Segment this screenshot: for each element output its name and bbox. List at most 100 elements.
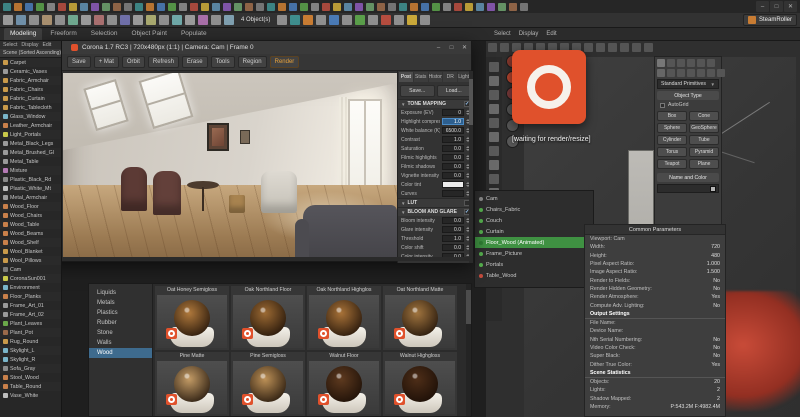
toolbar-icon[interactable]: [368, 15, 378, 25]
toolbar-icon[interactable]: [489, 62, 499, 72]
parameter-value-field[interactable]: 1.0: [442, 136, 464, 143]
material-thumbnail[interactable]: Pine Matte: [155, 352, 229, 416]
toolbar-icon[interactable]: [94, 15, 104, 25]
toolbar-icon[interactable]: [644, 43, 653, 52]
scene-tree-item[interactable]: Skylight_L: [0, 346, 61, 355]
scene-tree-item[interactable]: Table_Round: [0, 382, 61, 391]
scene-tree-item[interactable]: Frame_Art_02: [0, 310, 61, 319]
toolbar-icon[interactable]: [234, 3, 242, 11]
toolbar-icon[interactable]: [381, 15, 391, 25]
toolbar-icon[interactable]: [124, 3, 132, 11]
toolbar-icon[interactable]: [322, 3, 330, 11]
material-thumbnail[interactable]: Walnut Floor: [307, 352, 381, 416]
primitive-button[interactable]: Cone: [689, 111, 719, 121]
vfb-toolbar-button[interactable]: Erase: [182, 56, 208, 68]
toolbar-icon[interactable]: [113, 3, 121, 11]
vfb-tab[interactable]: Stats: [414, 72, 428, 82]
toolbar-icon[interactable]: [146, 15, 156, 25]
scene-tree-item[interactable]: Frame_Art_01: [0, 301, 61, 310]
object-list-row[interactable]: Couch: [475, 215, 593, 226]
scene-tree-item[interactable]: Sofa_Gray: [0, 364, 61, 373]
scene-tree-item[interactable]: Cam: [0, 265, 61, 274]
tone-mapping-section-header[interactable]: ▼ TONE MAPPING ✓: [398, 99, 473, 108]
category-icon[interactable]: [677, 69, 685, 77]
toolbar-icon[interactable]: [185, 15, 195, 25]
object-name-field[interactable]: [657, 184, 719, 193]
toolbar-icon[interactable]: [388, 3, 396, 11]
primitive-type-dropdown[interactable]: Standard Primitives ▼: [657, 79, 719, 89]
parameter-value-field[interactable]: 0.0: [442, 244, 464, 251]
toolbar-icon[interactable]: [277, 15, 287, 25]
toolbar-icon[interactable]: [14, 3, 22, 11]
parameter-value-field[interactable]: 0.0: [442, 163, 464, 170]
scene-tree-item[interactable]: Wool_Blanket: [0, 247, 61, 256]
toolbar-icon[interactable]: [107, 15, 117, 25]
toolbar-icon[interactable]: [198, 15, 208, 25]
parameter-value-field[interactable]: 0: [442, 109, 464, 116]
command-panel-tab-icon[interactable]: [697, 59, 705, 67]
category-icon[interactable]: [697, 69, 705, 77]
toolbar-icon[interactable]: [278, 3, 286, 11]
toolbar-icon[interactable]: [632, 43, 641, 52]
primitive-button[interactable]: Pyramid: [689, 147, 719, 157]
toolbar-icon[interactable]: [211, 15, 221, 25]
material-category[interactable]: Rubber: [89, 318, 152, 328]
toolbar-icon[interactable]: [3, 3, 11, 11]
toolbar-icon[interactable]: [432, 3, 440, 11]
category-icon[interactable]: [657, 69, 665, 77]
scene-tree-item[interactable]: Glass_Window: [0, 112, 61, 121]
menu-item[interactable]: Edit: [546, 31, 556, 37]
toolbar-icon[interactable]: [69, 3, 77, 11]
menu-item[interactable]: Select: [494, 31, 511, 37]
toolbar-icon[interactable]: [344, 3, 352, 11]
scene-tree-item[interactable]: Fabric_Curtain: [0, 94, 61, 103]
scene-tree-item[interactable]: Mixture: [0, 166, 61, 175]
toolbar-icon[interactable]: [91, 3, 99, 11]
scene-tree-item[interactable]: Light_Portals: [0, 130, 61, 139]
parameter-value-field[interactable]: [442, 181, 464, 188]
scrollbar[interactable]: [469, 71, 473, 263]
vfb-toolbar-button[interactable]: + Mat: [94, 56, 119, 68]
scene-tree-item[interactable]: Plant_Leaves: [0, 319, 61, 328]
scene-tree-item[interactable]: Skylight_R: [0, 355, 61, 364]
scene-tree-item[interactable]: CoronaSun001: [0, 274, 61, 283]
material-thumbnail[interactable]: Walnut Highgloss: [383, 352, 457, 416]
toolbar-icon[interactable]: [135, 3, 143, 11]
toolbar-icon[interactable]: [489, 76, 499, 86]
explorer-sort-header[interactable]: Scene (Sorted Ascending): [0, 49, 61, 58]
toolbar-icon[interactable]: [476, 3, 484, 11]
material-thumbnail[interactable]: Pine Semigloss: [231, 352, 305, 416]
toolbar-icon[interactable]: [377, 3, 385, 11]
load-button[interactable]: Load...: [437, 85, 472, 97]
parameter-value-field[interactable]: 0.0: [442, 226, 464, 233]
toolbar-icon[interactable]: [443, 3, 451, 11]
toolbar-icon[interactable]: [179, 3, 187, 11]
toolbar-icon[interactable]: [407, 15, 417, 25]
toolbar-icon[interactable]: [102, 3, 110, 11]
toolbar-icon[interactable]: [489, 104, 499, 114]
toolbar-icon[interactable]: [172, 15, 182, 25]
scene-tree-item[interactable]: Metal_Brushed_Gl: [0, 148, 61, 157]
scene-tree-item[interactable]: Rug_Round: [0, 337, 61, 346]
toolbar-icon[interactable]: [489, 132, 499, 142]
parameter-value-field[interactable]: 0.0: [442, 172, 464, 179]
command-panel-tab-icon[interactable]: [657, 59, 665, 67]
category-icon[interactable]: [667, 69, 675, 77]
material-thumbnail[interactable]: Oak Northland Highglos: [307, 286, 381, 350]
toolbar-icon[interactable]: [333, 3, 341, 11]
scene-tree-item[interactable]: Plastic_White_Mt: [0, 184, 61, 193]
toolbar-icon[interactable]: [311, 3, 319, 11]
primitive-button[interactable]: Torus: [657, 147, 687, 157]
toolbar-icon[interactable]: [146, 3, 154, 11]
toolbar-icon[interactable]: [300, 3, 308, 11]
scene-tree-item[interactable]: Wood_Beams: [0, 229, 61, 238]
toolbar-icon[interactable]: [223, 3, 231, 11]
toolbar-icon[interactable]: [421, 3, 429, 11]
object-list-row[interactable]: Frame_Picture: [475, 248, 593, 259]
toolbar-icon[interactable]: [366, 3, 374, 11]
command-panel-tab-icon[interactable]: [707, 59, 715, 67]
save-button[interactable]: Save...: [400, 85, 435, 97]
toolbar-icon[interactable]: [489, 118, 499, 128]
command-panel-tab-icon[interactable]: [687, 59, 695, 67]
scene-tree-item[interactable]: Fabric_Tablecloth: [0, 103, 61, 112]
